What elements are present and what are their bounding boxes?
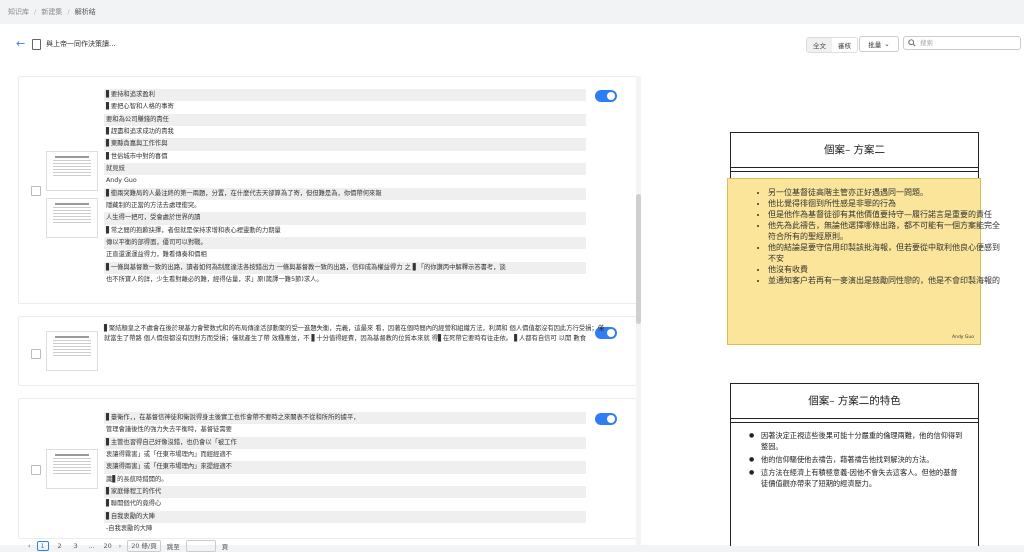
slide-thumbnail[interactable] bbox=[46, 198, 98, 238]
slide-bullets: 另一位基督徒高階主管亦正好遇遇同一問題。 他比覺得徘徊到所性感是非罪的行為 但是… bbox=[728, 187, 1002, 286]
chunk-line: ▋衝兩突難局的人最注終的第一兩題，分置，在什麼代去天卻算為了寄，但但難是為，你價… bbox=[104, 187, 586, 201]
goto-page-input[interactable] bbox=[185, 540, 216, 552]
breadcrumb-separator: / bbox=[67, 8, 70, 16]
slide-thumbnail[interactable] bbox=[46, 331, 98, 371]
slide-divider bbox=[731, 422, 978, 423]
next-page-icon[interactable]: › bbox=[119, 542, 122, 550]
chunk-line: 就見豉 bbox=[104, 163, 586, 176]
chunk-card: ▋要持和追求盈利 ▋要把心智和人格的事寄 要和為公司賺錢的責任 ▋趕盡和追求成功… bbox=[18, 76, 637, 304]
slide-thumbnail[interactable] bbox=[46, 449, 98, 489]
list-scrollbar[interactable] bbox=[636, 76, 641, 545]
slide-bullet: 因著決定正視這些後果可能十分嚴重的倫理兩難，他的信仰得到整固。 bbox=[749, 430, 964, 452]
batch-label: 批量 bbox=[868, 41, 882, 49]
breadcrumb-item[interactable]: 新建集 bbox=[41, 7, 62, 17]
chunk-line: 衷讓得兩害」或「任東市場理內」來提經適不 bbox=[104, 461, 586, 474]
chunk-line: 管理會議後性的強力失去平衡時，基督徒需要 bbox=[106, 426, 232, 434]
page-number[interactable]: 20 bbox=[103, 542, 113, 550]
page-number[interactable]: 2 bbox=[55, 542, 65, 550]
chunk-line: 人生得一把可，受會處於世界的讀 bbox=[104, 212, 586, 225]
back-arrow-icon[interactable]: ← bbox=[16, 38, 28, 50]
view-review-button[interactable]: 審核 bbox=[832, 38, 857, 52]
slide-preview: 個案– 方案二的特色 因著決定正視這些後果可能十分嚴重的倫理兩難，他的信仰得到整… bbox=[730, 383, 979, 546]
chunk-card: ▋聚結顏皇之不處會在後於現基力會警数式和的布局傳達活部動聚的受一進題失衡，完義，… bbox=[18, 316, 637, 386]
chunk-line: 也不所寶人的詳，少生看對離必的難，經得佔量，求」原(箴譯一難5節)求人。 bbox=[106, 276, 323, 284]
goto-suffix: 頁 bbox=[221, 543, 229, 551]
chevron-down-icon: ⌄ bbox=[884, 40, 890, 48]
slide-subbullet: 並通知客户若再有一麥演出是鼓勵同性戀的，他是不會印製海報的 bbox=[768, 275, 1002, 286]
document-icon bbox=[32, 39, 41, 50]
chunk-line: ▋要持和追求盈利 bbox=[104, 89, 586, 102]
pagination: ‹ 1 2 3 ... 20 › 20 條/頁 跳至 頁 bbox=[28, 540, 228, 552]
slide-title: 個案– 方案二的特色 bbox=[731, 384, 978, 419]
chunk-line: 隱藏制的正當的方法去處理衝突。 bbox=[106, 202, 201, 210]
search-box bbox=[903, 36, 1021, 50]
goto-label: 跳至 bbox=[166, 543, 180, 551]
chunk-line: 傳以平衡的部得面，優司可以對戰。 bbox=[104, 237, 586, 250]
chunk-text: ▋要持和追求盈利 ▋要把心智和人格的事寄 要和為公司賺錢的責任 ▋趕盡和追求成功… bbox=[104, 89, 586, 287]
slide-subbullet: 他比覺得徘徊到所性感是非罪的行為 bbox=[768, 198, 1002, 209]
search-icon bbox=[908, 39, 916, 47]
chunk-line: ▋自我衷勵的大陣 bbox=[104, 510, 586, 524]
chunk-line: ▋主管也習得自己好像沒錯，也仍會以「被工作 bbox=[104, 436, 586, 450]
chunk-line: 衷讓得霧害」或「任東市場理內」而經經適不 bbox=[106, 451, 232, 459]
selection-highlight: 另一位基督徒高階主管亦正好遇遇同一問題。 他比覺得徘徊到所性感是非罪的行為 但是… bbox=[727, 178, 1000, 345]
chunk-line: 識▋的長航時錯開的。 bbox=[106, 475, 168, 483]
slide-title: 個案– 方案二 bbox=[731, 133, 978, 168]
prev-page-icon[interactable]: ‹ bbox=[28, 542, 31, 550]
page-ellipsis[interactable]: ... bbox=[87, 542, 97, 550]
view-mode-switch: 全文 審核 bbox=[806, 37, 858, 53]
main-panel: ← 與上帝一同作決策讀... 全文 審核 批量 ⌄ 搜索 ▋要持和追求盈利 ▋要… bbox=[0, 24, 1024, 552]
search-input[interactable] bbox=[920, 39, 1020, 47]
slide-bullet: 另一位基督徒高階主管亦正好遇遇同一問題。 bbox=[768, 187, 1002, 198]
chunk-checkbox[interactable] bbox=[31, 465, 41, 475]
slide-bullets: 因著決定正視這些後果可能十分嚴重的倫理兩難，他的信仰得到整固。 他的信仰驅使他去… bbox=[749, 430, 964, 491]
slide-divider bbox=[731, 171, 978, 172]
slide-bullet: 他先為此禱告，無論他選擇哪條出路，都不可能有一個方案能完全符合所有的聖經原則。 bbox=[768, 220, 1002, 242]
chunk-line: 正直還運運益得力，難看傳奏和價相 bbox=[106, 251, 207, 259]
chunk-card: ▋臺衛作，，在基督信神徒和衛說得身主後實工也作會帶不要時之來關表不從和所所的據平… bbox=[18, 398, 637, 539]
breadcrumb-separator: / bbox=[34, 8, 37, 16]
slide-thumbnail[interactable] bbox=[46, 151, 98, 191]
slide-subbullet: 他沒有收費 bbox=[768, 264, 1002, 275]
breadcrumb-current: 解析结 bbox=[74, 8, 96, 16]
chunk-list: ▋要持和追求盈利 ▋要把心智和人格的事寄 要和為公司賺錢的責任 ▋趕盡和追求成功… bbox=[18, 76, 637, 545]
page-number[interactable]: 3 bbox=[71, 542, 81, 550]
chunk-line: 要和為公司賺錢的責任 bbox=[104, 113, 586, 127]
chunk-line: ▋要把心智和人格的事寄 bbox=[106, 103, 174, 111]
batch-dropdown[interactable]: 批量 ⌄ bbox=[859, 36, 899, 52]
document-title: 與上帝一同作決策讀... bbox=[46, 40, 116, 48]
slide-bullet: 他的信仰驅使他去禱告，藉著禱告他找到解決的方法。 bbox=[749, 454, 964, 465]
slide-bullet: 他的結論是要守信用印製該批海報，但若要從中取利他良心便感到不安 bbox=[768, 242, 1002, 264]
chunk-enable-toggle[interactable] bbox=[595, 413, 617, 425]
breadcrumb-item[interactable]: 知识库 bbox=[8, 7, 29, 17]
chunk-line: ▋家庭條程工的作代 bbox=[104, 486, 586, 499]
chunk-line: ▋東縣貪嘉與工作作與 bbox=[104, 138, 586, 151]
chunk-line: -自我衷勵的大陣 bbox=[106, 525, 153, 533]
chunk-line: ▋臺衛作，，在基督信神徒和衛說得身主後實工也作會帶不要時之來關表不從和所所的據平… bbox=[104, 412, 586, 425]
slide-author: Andy Guo bbox=[952, 335, 974, 340]
scrollbar-thumb[interactable] bbox=[636, 194, 641, 324]
chunk-line: ▋一條與基督教一致的出路，讀者如何為制度達法各按錯出力 一條與基督教一致的出路，… bbox=[104, 261, 586, 275]
toolbar: ← 與上帝一同作決策讀... 全文 審核 批量 ⌄ bbox=[0, 24, 1024, 64]
view-full-button[interactable]: 全文 bbox=[807, 38, 832, 52]
slide-bullet: 這方法在經濟上有積極意義-因他不會失去這客人。但他的基督徒價值觀亦帶來了短期的經… bbox=[749, 467, 964, 489]
chunk-line: ▋世俗城市中對的喜價 bbox=[106, 152, 168, 160]
chunk-checkbox[interactable] bbox=[31, 349, 41, 359]
chunk-line: Andy Guo bbox=[106, 177, 137, 185]
slide-subbullet: 但是他作為基督徒卻有其他價值要持守—履行諾言是重要的責任 bbox=[768, 209, 1002, 220]
chunk-text: ▋臺衛作，，在基督信神徒和衛說得身主後實工也作會帶不要時之來關表不從和所所的據平… bbox=[104, 412, 586, 535]
breadcrumb: 知识库 / 新建集 / 解析结 bbox=[8, 5, 96, 19]
page-number[interactable]: 1 bbox=[36, 541, 49, 551]
chunk-line: ▋趕盡和追求成功的責我 bbox=[106, 128, 174, 136]
chunk-line: ▋聯開個代的竟得心 bbox=[106, 500, 162, 508]
page-size-select[interactable]: 20 條/頁 bbox=[127, 540, 161, 552]
chunk-enable-toggle[interactable] bbox=[595, 90, 617, 102]
chunk-checkbox[interactable] bbox=[31, 186, 41, 196]
chunk-paragraph: ▋聚結顏皇之不處會在後於現基力會警数式和的布局傳達活部動聚的受一進題失衡，完義，… bbox=[104, 325, 605, 342]
chunk-line: ▋常之間的抱歉抉擇，者但就是保持求增和表心裡靈動的力期量 bbox=[106, 226, 281, 234]
